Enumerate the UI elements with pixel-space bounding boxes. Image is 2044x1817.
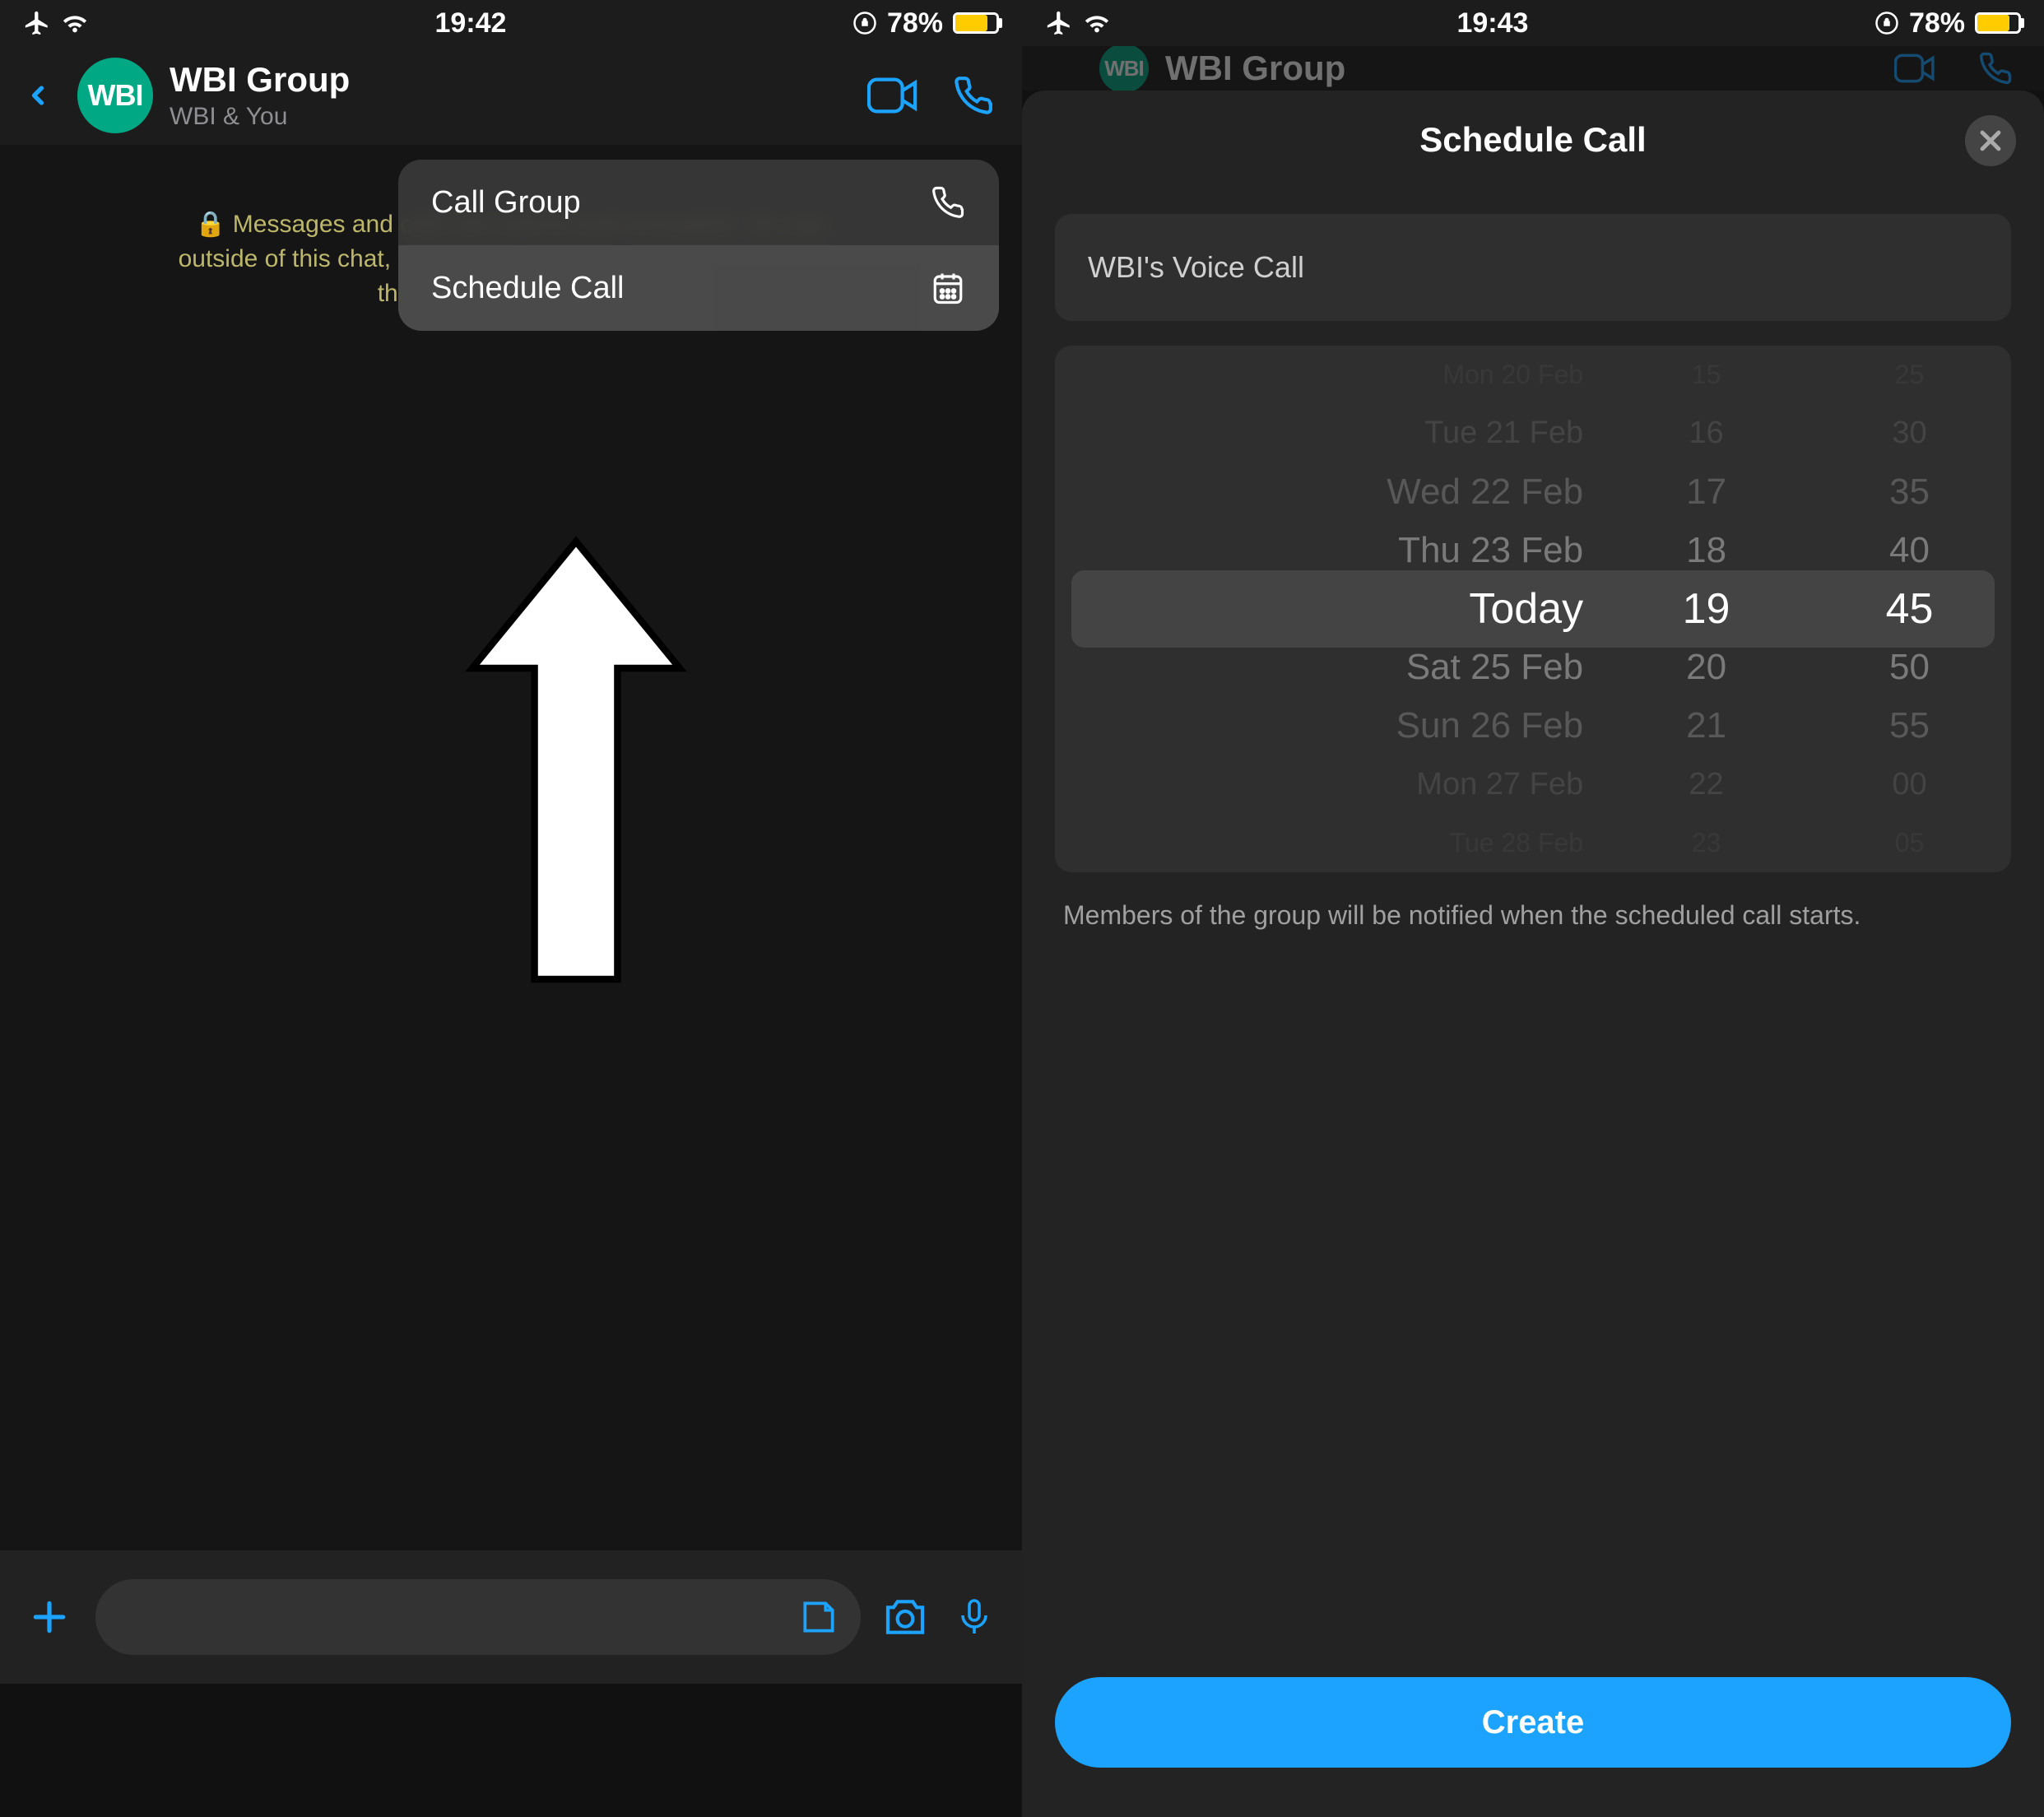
message-input[interactable] xyxy=(95,1579,861,1655)
chat-body: 🔒 Messages and calls are end-to-end encr… xyxy=(0,145,1022,1684)
battery-percent: 78% xyxy=(1909,7,1965,40)
arrow-overlay xyxy=(461,530,691,991)
schedule-info-text: Members of the group will be notified wh… xyxy=(1055,897,2011,933)
status-bar: 19:42 78% xyxy=(0,0,1022,46)
calendar-icon xyxy=(930,270,966,306)
date-wheel[interactable]: Mon 20 Feb Tue 21 Feb Wed 22 Feb Thu 23 … xyxy=(1055,346,1605,872)
group-subtitle: WBI & You xyxy=(170,103,851,131)
schedule-call-menu-item[interactable]: Schedule Call xyxy=(398,245,999,331)
group-title: WBI Group xyxy=(170,60,851,100)
create-button[interactable]: Create xyxy=(1055,1677,2011,1768)
wifi-icon xyxy=(61,9,89,37)
orientation-lock-icon xyxy=(1874,11,1899,35)
lock-icon: 🔒 xyxy=(195,211,225,238)
create-button-label: Create xyxy=(1482,1704,1585,1741)
phone-right: WABETAINFO 19:43 78% WBI WBI Group Sched… xyxy=(1022,0,2044,1817)
video-call-button[interactable] xyxy=(867,74,918,117)
phone-left: WABETAINFO WABETAINFO 19:42 78% WBI WBI … xyxy=(0,0,1022,1817)
call-group-menu-item[interactable]: Call Group xyxy=(398,160,999,245)
sheet-header: Schedule Call xyxy=(1022,91,2044,189)
wifi-icon xyxy=(1083,9,1111,37)
sticker-icon[interactable] xyxy=(798,1596,839,1638)
group-avatar[interactable]: WBI xyxy=(77,58,153,133)
airplane-icon xyxy=(23,9,51,37)
phone-icon xyxy=(930,184,966,221)
battery-icon xyxy=(953,12,999,34)
status-time: 19:43 xyxy=(1111,7,1874,40)
camera-button[interactable] xyxy=(880,1592,930,1642)
schedule-call-sheet: Schedule Call WBI's Voice Call Mon 20 Fe… xyxy=(1022,91,2044,1817)
hour-wheel[interactable]: 15 16 17 18 19 20 21 22 23 xyxy=(1605,346,1808,872)
status-bar: 19:43 78% xyxy=(1022,0,2044,46)
mic-button[interactable] xyxy=(950,1592,999,1642)
datetime-picker[interactable]: Mon 20 Feb Tue 21 Feb Wed 22 Feb Thu 23 … xyxy=(1055,346,2011,872)
battery-icon xyxy=(1975,12,2021,34)
compose-bar xyxy=(0,1550,1022,1684)
voice-call-button[interactable] xyxy=(948,74,999,117)
status-time: 19:42 xyxy=(89,7,852,40)
call-name-input[interactable]: WBI's Voice Call xyxy=(1055,214,2011,321)
group-title-area[interactable]: WBI Group WBI & You xyxy=(170,60,851,131)
orientation-lock-icon xyxy=(852,11,877,35)
menu-item-label: Schedule Call xyxy=(431,271,624,306)
minute-wheel[interactable]: 25 30 35 40 45 50 55 00 05 xyxy=(1808,346,2011,872)
airplane-icon xyxy=(1045,9,1073,37)
back-button[interactable] xyxy=(15,72,61,118)
menu-item-label: Call Group xyxy=(431,185,581,221)
close-button[interactable] xyxy=(1965,115,2016,166)
chat-header-behind-modal: WBI WBI Group xyxy=(1022,46,2044,91)
sheet-title: Schedule Call xyxy=(1419,120,1646,160)
call-popup-menu: Call Group Schedule Call xyxy=(398,160,999,331)
attach-button[interactable] xyxy=(23,1591,76,1643)
call-name-value: WBI's Voice Call xyxy=(1088,250,1304,285)
chat-header: WBI WBI Group WBI & You xyxy=(0,46,1022,145)
battery-percent: 78% xyxy=(887,7,943,40)
